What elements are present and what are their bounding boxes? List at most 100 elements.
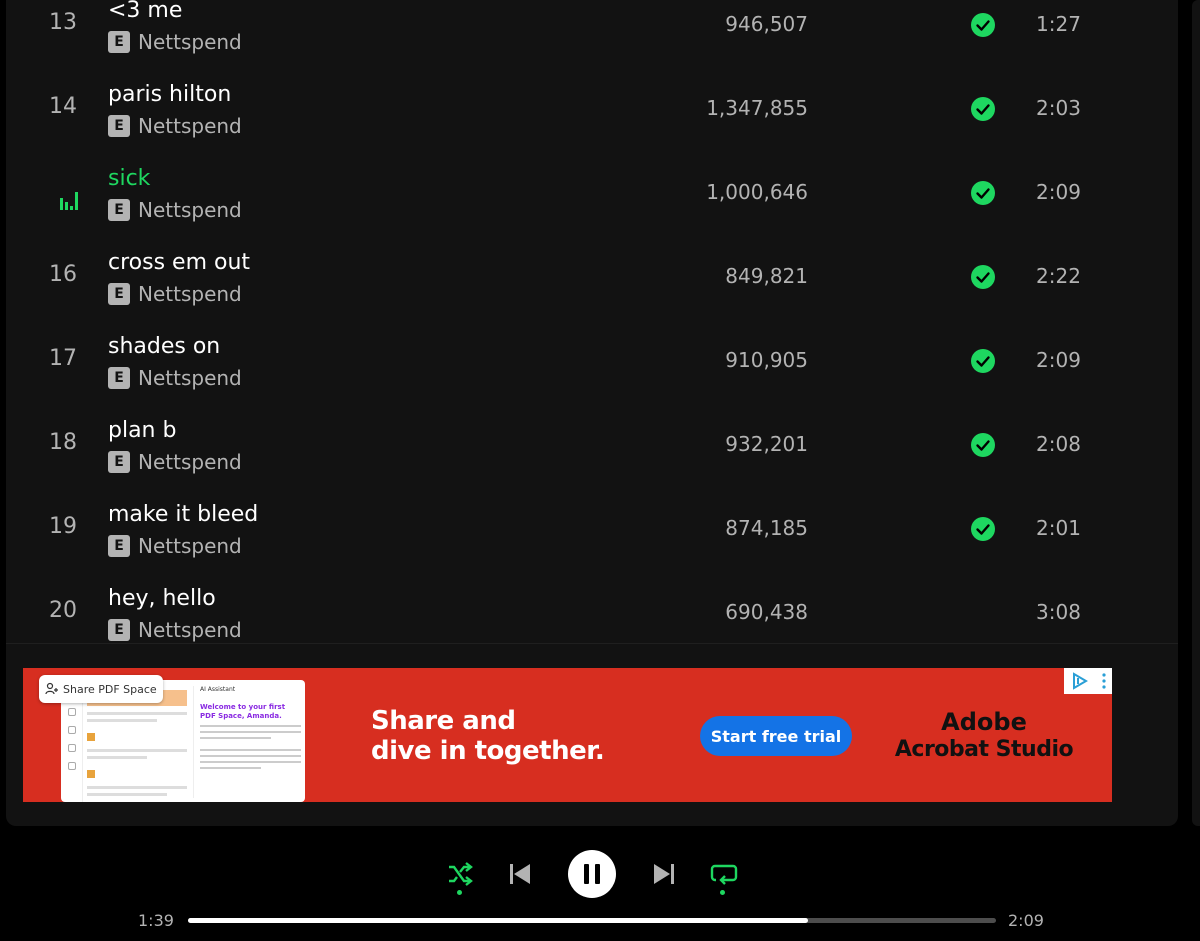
saved-check-icon[interactable] (970, 348, 996, 374)
track-title[interactable]: plan b (108, 418, 176, 443)
saved-check-icon[interactable] (970, 12, 996, 38)
elapsed-time: 1:39 (138, 911, 174, 930)
track-row[interactable]: 16 cross em out E Nettspend 849,821 2:22 (6, 244, 1178, 328)
track-duration: 3:08 (1036, 600, 1081, 624)
track-artist[interactable]: Nettspend (138, 114, 242, 138)
track-number: 16 (49, 262, 77, 287)
track-duration: 1:27 (1036, 12, 1081, 36)
track-artist[interactable]: Nettspend (138, 282, 242, 306)
track-artist-line: E Nettspend (108, 534, 242, 558)
ad-headline: Share and dive in together. (371, 706, 605, 766)
pause-button[interactable] (568, 850, 616, 898)
explicit-badge: E (108, 619, 130, 641)
ad-headline-line1: Share and (371, 706, 516, 736)
track-number: 14 (49, 94, 77, 119)
tracklist-panel: 13 <3 me E Nettspend 946,507 1:27 14 paris … (6, 0, 1178, 826)
track-artist[interactable]: Nettspend (138, 534, 242, 558)
track-row[interactable]: 19 make it bleed E Nettspend 874,185 2:01 (6, 496, 1178, 580)
track-play-count: 910,905 (725, 348, 808, 372)
track-artist-line: E Nettspend (108, 282, 242, 306)
track-row[interactable]: 20 hey, hello E Nettspend 690,438 3:08 (6, 580, 1178, 643)
total-time: 2:09 (1008, 911, 1044, 930)
pause-icon (584, 864, 600, 884)
ad-brand-line2: Acrobat Studio (894, 737, 1074, 762)
add-person-icon (45, 682, 58, 695)
track-play-count: 946,507 (725, 12, 808, 36)
ad-preview-title: AI Assistant (200, 686, 236, 693)
progress-bar[interactable] (188, 918, 996, 923)
track-play-count: 874,185 (725, 516, 808, 540)
track-title[interactable]: <3 me (108, 0, 182, 23)
track-row[interactable]: sick E Nettspend 1,000,646 2:09 (6, 160, 1178, 244)
track-play-count: 1,000,646 (706, 180, 808, 204)
track-play-count: 849,821 (725, 264, 808, 288)
ad-choices-icon[interactable] (1070, 672, 1090, 690)
track-duration: 2:03 (1036, 96, 1081, 120)
shuffle-active-dot (457, 890, 462, 895)
ad-banner[interactable]: AI Assistant Welcome to your first PDF S… (23, 668, 1112, 802)
track-number: 19 (49, 514, 77, 539)
ad-share-chip: Share PDF Space (39, 675, 163, 703)
previous-icon[interactable] (508, 862, 532, 886)
track-title[interactable]: cross em out (108, 250, 250, 275)
track-play-count: 932,201 (725, 432, 808, 456)
track-number: 17 (49, 346, 77, 371)
track-artist-line: E Nettspend (108, 618, 242, 642)
repeat-icon[interactable] (710, 862, 738, 886)
track-title[interactable]: make it bleed (108, 502, 258, 527)
track-row[interactable]: 18 plan b E Nettspend 932,201 2:08 (6, 412, 1178, 496)
track-title[interactable]: shades on (108, 334, 220, 359)
explicit-badge: E (108, 367, 130, 389)
saved-check-icon[interactable] (970, 264, 996, 290)
tracklist: 13 <3 me E Nettspend 946,507 1:27 14 paris … (6, 0, 1178, 643)
ad-brand-line1: Adobe (941, 708, 1027, 736)
explicit-badge: E (108, 283, 130, 305)
track-duration: 2:09 (1036, 348, 1081, 372)
track-row[interactable]: 17 shades on E Nettspend 910,905 2:09 (6, 328, 1178, 412)
track-artist[interactable]: Nettspend (138, 366, 242, 390)
track-artist[interactable]: Nettspend (138, 198, 242, 222)
ad-preview-document (87, 690, 187, 798)
ad-choices[interactable] (1064, 668, 1112, 694)
track-artist-line: E Nettspend (108, 114, 242, 138)
track-artist[interactable]: Nettspend (138, 450, 242, 474)
next-icon[interactable] (652, 862, 676, 886)
saved-check-icon[interactable] (970, 180, 996, 206)
track-artist-line: E Nettspend (108, 366, 242, 390)
track-title[interactable]: hey, hello (108, 586, 216, 611)
track-play-count: 690,438 (725, 600, 808, 624)
track-title[interactable]: sick (108, 166, 150, 191)
track-row[interactable]: 14 paris hilton E Nettspend 1,347,855 2:0… (6, 76, 1178, 160)
ad-share-label: Share PDF Space (63, 682, 157, 696)
track-row[interactable]: 13 <3 me E Nettspend 946,507 1:27 (6, 0, 1178, 76)
track-duration: 2:22 (1036, 264, 1081, 288)
ad-headline-line2: dive in together. (371, 736, 605, 766)
track-duration: 2:09 (1036, 180, 1081, 204)
equalizer-icon (60, 192, 78, 210)
more-options-icon[interactable] (1101, 672, 1107, 690)
track-artist[interactable]: Nettspend (138, 618, 242, 642)
divider (6, 643, 1178, 644)
explicit-badge: E (108, 115, 130, 137)
repeat-active-dot (720, 890, 725, 895)
progress-bar-fill (188, 918, 808, 923)
track-number: 13 (49, 10, 77, 35)
ad-preview-welcome: Welcome to your first PDF Space, Amanda. (200, 703, 286, 720)
track-artist-line: E Nettspend (108, 450, 242, 474)
track-title[interactable]: paris hilton (108, 82, 231, 107)
saved-check-icon[interactable] (970, 432, 996, 458)
start-free-trial-button[interactable]: Start free trial (700, 716, 852, 756)
track-artist[interactable]: Nettspend (138, 30, 242, 54)
track-artist-line: E Nettspend (108, 30, 242, 54)
explicit-badge: E (108, 535, 130, 557)
ad-brand-logo: Adobe Acrobat Studio (889, 708, 1079, 764)
explicit-badge: E (108, 31, 130, 53)
explicit-badge: E (108, 451, 130, 473)
saved-check-icon[interactable] (970, 516, 996, 542)
track-artist-line: E Nettspend (108, 198, 242, 222)
saved-check-icon[interactable] (970, 96, 996, 122)
explicit-badge: E (108, 199, 130, 221)
track-number: 18 (49, 430, 77, 455)
shuffle-icon[interactable] (446, 862, 474, 886)
track-play-count: 1,347,855 (706, 96, 808, 120)
